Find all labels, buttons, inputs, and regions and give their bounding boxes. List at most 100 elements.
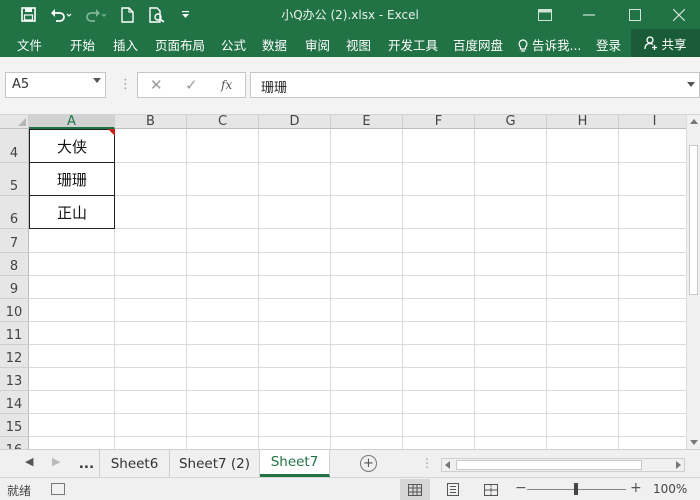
page-layout-view-button[interactable] [438, 479, 468, 500]
tab-insert[interactable]: 插入 [113, 35, 138, 54]
gridline [402, 129, 403, 449]
zoom-level[interactable]: 100% [653, 482, 687, 496]
formula-bar: A5 ⋮ ✕ ✓ fx 珊珊 [0, 57, 700, 115]
sign-in-link[interactable]: 登录 [596, 35, 621, 54]
share-button[interactable]: 共享 [631, 29, 700, 57]
row-header-13[interactable]: 13 [0, 368, 29, 391]
zoom-slider-thumb[interactable] [574, 483, 578, 495]
formula-input[interactable]: 珊珊 [250, 72, 700, 98]
column-header-d[interactable]: D [259, 115, 331, 129]
normal-view-button[interactable] [400, 479, 430, 500]
maximize-icon[interactable] [614, 0, 656, 29]
horizontal-scroll-thumb[interactable] [456, 460, 642, 470]
expand-formula-icon[interactable] [687, 82, 695, 87]
tab-developer[interactable]: 开发工具 [388, 35, 438, 54]
vertical-scrollbar[interactable] [686, 115, 700, 449]
add-sheet-button[interactable]: + [360, 455, 377, 472]
row-header-5[interactable]: 5 [0, 163, 29, 196]
sheet-tab-bar: ◀ ▶ ... Sheet6 Sheet7 (2) Sheet7 + ⋮ [0, 449, 700, 477]
name-box-dropdown-icon[interactable] [93, 78, 101, 83]
formula-content: 珊珊 [261, 81, 288, 96]
formula-bar-grip[interactable]: ⋮ [119, 77, 132, 92]
row-header-12[interactable]: 12 [0, 345, 29, 368]
insert-function-button[interactable]: fx [221, 78, 232, 92]
row-header-14[interactable]: 14 [0, 391, 29, 414]
cell-a4[interactable]: 大侠 [29, 129, 115, 163]
tab-view[interactable]: 视图 [346, 35, 371, 54]
row-header-7[interactable]: 7 [0, 229, 29, 253]
prev-sheet-icon[interactable]: ◀ [25, 455, 33, 468]
gridline [258, 129, 259, 449]
column-header-f[interactable]: F [403, 115, 475, 129]
gridline [29, 344, 686, 345]
sheet-tab-sheet7-2[interactable]: Sheet7 (2) [170, 450, 260, 477]
gridline [29, 195, 686, 196]
cell-a6[interactable]: 正山 [29, 195, 115, 229]
macro-record-icon[interactable] [51, 483, 65, 495]
tab-splitter-handle[interactable]: ⋮ [421, 456, 433, 470]
tell-me-label: 告诉我... [531, 38, 582, 53]
sheet-tab-sheet6[interactable]: Sheet6 [100, 450, 170, 477]
column-header-g[interactable]: G [475, 115, 547, 129]
horizontal-scrollbar[interactable] [441, 458, 685, 472]
share-label: 共享 [661, 36, 687, 52]
ribbon-display-icon[interactable] [524, 0, 566, 29]
gridline [330, 129, 331, 449]
gridline [29, 367, 686, 368]
select-all-icon [18, 118, 26, 126]
page-layout-view-icon [447, 483, 459, 496]
select-all-corner[interactable] [0, 115, 29, 129]
scroll-right-icon[interactable] [676, 461, 681, 469]
next-sheet-icon[interactable]: ▶ [52, 455, 60, 468]
title-bar: 小Q办公 (2).xlsx - Excel [0, 0, 700, 29]
more-sheets-button[interactable]: ... [74, 450, 100, 477]
row-header-16[interactable]: 16 [0, 437, 29, 449]
vertical-scroll-thumb[interactable] [689, 145, 698, 295]
gridline [29, 275, 686, 276]
row-header-11[interactable]: 11 [0, 322, 29, 345]
tell-me-search[interactable]: 告诉我... [518, 35, 581, 54]
cancel-entry-button[interactable]: ✕ [150, 76, 163, 94]
row-header-15[interactable]: 15 [0, 414, 29, 437]
column-header-e[interactable]: E [331, 115, 403, 129]
column-header-c[interactable]: C [187, 115, 259, 129]
tab-data[interactable]: 数据 [262, 35, 287, 54]
tab-file[interactable]: 文件 [17, 35, 42, 54]
normal-view-icon [408, 483, 422, 496]
name-box[interactable]: A5 [5, 72, 106, 98]
row-header-9[interactable]: 9 [0, 276, 29, 299]
sheet-tab-sheet7[interactable]: Sheet7 [260, 450, 330, 477]
formula-buttons: ✕ ✓ fx [137, 72, 246, 98]
tab-baidu-netdisk[interactable]: 百度网盘 [453, 35, 503, 54]
comment-indicator-icon[interactable] [108, 129, 115, 136]
gridline [29, 321, 686, 322]
column-header-a[interactable]: A [29, 115, 115, 129]
tab-page-layout[interactable]: 页面布局 [155, 35, 205, 54]
confirm-entry-button[interactable]: ✓ [185, 76, 198, 94]
page-break-view-button[interactable] [476, 479, 506, 500]
column-header-i[interactable]: I [619, 115, 686, 129]
tab-home[interactable]: 开始 [70, 35, 95, 54]
zoom-in-button[interactable]: + [630, 480, 642, 496]
row-header-6[interactable]: 6 [0, 196, 29, 229]
row-header-8[interactable]: 8 [0, 253, 29, 276]
zoom-out-button[interactable]: − [515, 480, 527, 496]
gridline [474, 129, 475, 449]
tab-formulas[interactable]: 公式 [221, 35, 246, 54]
close-icon[interactable] [658, 0, 700, 29]
scroll-up-icon[interactable] [690, 119, 698, 124]
worksheet-grid[interactable]: A B C D E F G H I 4 5 6 7 8 9 10 11 12 1… [0, 115, 686, 449]
status-ready: 就绪 [7, 484, 32, 498]
row-header-4[interactable]: 4 [0, 129, 29, 163]
page-break-view-icon [484, 483, 498, 496]
scroll-left-icon[interactable] [445, 461, 450, 469]
person-add-icon [644, 36, 658, 50]
column-header-h[interactable]: H [547, 115, 619, 129]
status-bar: 就绪 − + 100% [0, 477, 700, 500]
minimize-icon[interactable] [568, 0, 610, 29]
scroll-down-icon[interactable] [690, 440, 698, 445]
column-header-b[interactable]: B [115, 115, 187, 129]
cell-a5[interactable]: 珊珊 [29, 162, 115, 196]
tab-review[interactable]: 审阅 [305, 35, 330, 54]
row-header-10[interactable]: 10 [0, 299, 29, 322]
